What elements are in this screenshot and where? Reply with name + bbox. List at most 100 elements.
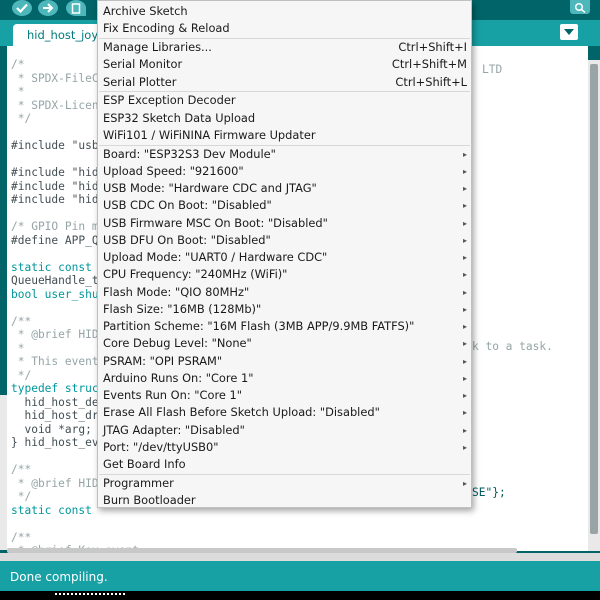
submenu-arrow-icon: ▸ <box>462 391 467 400</box>
menu-item-core-debug-level[interactable]: Core Debug Level: "None" ▸ <box>98 335 471 352</box>
submenu-arrow-icon: ▸ <box>462 287 467 297</box>
menu-item-shortcut: Ctrl+Shift+I <box>398 40 467 54</box>
menu-item-label: Serial Monitor <box>103 57 183 72</box>
menu-item-manage-libraries[interactable]: Manage Libraries... Ctrl+Shift+I <box>98 39 471 56</box>
tools-menu: Archive Sketch Fix Encoding & Reload Manag… <box>97 0 472 508</box>
menu-item-partition-scheme[interactable]: Partition Scheme: "16M Flash (3MB APP/9.… <box>98 318 471 335</box>
menu-item-label: Port: "/dev/ttyUSB0" <box>103 439 219 454</box>
menu-item-label: Flash Mode: "QIO 80MHz" <box>103 284 250 299</box>
menu-item-label: Upload Speed: "921600" <box>103 163 244 178</box>
panel-divider[interactable] <box>0 553 600 561</box>
checkmark-icon <box>16 3 28 13</box>
code-fragment-task: k to a task. <box>472 340 553 353</box>
submenu-arrow-icon: ▸ <box>462 478 467 488</box>
menu-item-label: Manage Libraries... <box>103 40 212 54</box>
submenu-arrow-icon: ▸ <box>462 339 467 349</box>
menu-item-arduino-runs-on[interactable]: Arduino Runs On: "Core 1" ▸ <box>98 370 471 387</box>
code-fragment-se: SE"}; <box>472 486 506 499</box>
document-icon <box>71 2 81 14</box>
menu-item-label: ESP32 Sketch Data Upload <box>103 110 256 125</box>
new-button[interactable] <box>66 0 86 16</box>
menu-item-wifi101-wifinina-firmware-updater[interactable]: WiFi101 / WiFiNINA Firmware Updater <box>98 127 471 144</box>
menu-item-usb-cdc-on-boot[interactable]: USB CDC On Boot: "Disabled" ▸ <box>98 197 471 214</box>
submenu-arrow-icon: ▸ <box>462 149 467 159</box>
menu-item-label: Upload Mode: "UART0 / Hardware CDC" <box>103 250 328 264</box>
menu-item-burn-bootloader[interactable]: Burn Bootloader <box>98 492 471 507</box>
menu-item-shortcut: Ctrl+Shift+M <box>391 57 467 72</box>
submenu-arrow-icon: ▸ <box>462 304 467 314</box>
menu-item-label: Programmer <box>103 475 174 490</box>
code-line: /** <box>11 530 32 544</box>
submenu-arrow-icon: ▸ <box>462 373 467 383</box>
menu-item-label: JTAG Adapter: "Disabled" <box>103 422 245 437</box>
menu-item-port[interactable]: Port: "/dev/ttyUSB0" ▸ <box>98 439 471 456</box>
menu-item-label: Serial Plotter <box>103 74 177 89</box>
menu-item-get-board-info[interactable]: Get Board Info <box>98 456 471 473</box>
submenu-arrow-icon: ▸ <box>462 408 467 418</box>
menu-item-programmer[interactable]: Programmer ▸ <box>98 475 471 492</box>
menu-item-label: Get Board Info <box>103 457 186 471</box>
menu-item-upload-mode[interactable]: Upload Mode: "UART0 / Hardware CDC" ▸ <box>98 249 471 266</box>
menu-item-board[interactable]: Board: "ESP32S3 Dev Module" ▸ <box>98 146 471 163</box>
vertical-scrollbar[interactable] <box>588 60 600 551</box>
submenu-arrow-icon: ▸ <box>462 356 467 366</box>
submenu-arrow-icon: ▸ <box>462 184 467 193</box>
menu-item-fix-encoding-reload[interactable]: Fix Encoding & Reload <box>98 20 471 37</box>
status-message: Done compiling. <box>10 570 108 584</box>
menu-item-label: Erase All Flash Before Sketch Upload: "D… <box>103 405 380 420</box>
menu-item-label: USB Firmware MSC On Boot: "Disabled" <box>103 215 328 230</box>
menu-item-events-run-on[interactable]: Events Run On: "Core 1" ▸ <box>98 387 471 404</box>
menu-item-cpu-frequency[interactable]: CPU Frequency: "240MHz (WiFi)" ▸ <box>98 266 471 283</box>
code-fragment-ltd: LTD <box>482 63 503 76</box>
menu-item-esp-exception-decoder[interactable]: ESP Exception Decoder <box>98 92 471 109</box>
menu-item-usb-dfu-on-boot[interactable]: USB DFU On Boot: "Disabled" ▸ <box>98 232 471 249</box>
serial-monitor-button[interactable] <box>570 0 590 14</box>
submenu-arrow-icon: ▸ <box>462 270 467 280</box>
menu-item-serial-plotter[interactable]: Serial Plotter Ctrl+Shift+L <box>98 74 471 91</box>
menu-item-label: Burn Bootloader <box>103 493 196 507</box>
menu-item-label: WiFi101 / WiFiNINA Firmware Updater <box>103 127 316 142</box>
arrow-right-icon <box>43 3 54 13</box>
vertical-scrollbar-thumb[interactable] <box>590 64 598 534</box>
menu-item-label: Archive Sketch <box>103 4 188 18</box>
menu-item-flash-mode[interactable]: Flash Mode: "QIO 80MHz" ▸ <box>98 284 471 301</box>
magnifier-icon <box>574 2 586 13</box>
menu-item-usb-mode[interactable]: USB Mode: "Hardware CDC and JTAG" ▸ <box>98 180 471 197</box>
menu-item-label: Board: "ESP32S3 Dev Module" <box>103 146 276 161</box>
tab-menu-button[interactable] <box>560 24 578 40</box>
submenu-arrow-icon: ▸ <box>462 201 467 211</box>
menu-item-erase-all-flash-before-sketch-upload[interactable]: Erase All Flash Before Sketch Upload: "D… <box>98 404 471 421</box>
menu-item-archive-sketch[interactable]: Archive Sketch <box>98 3 471 20</box>
menu-item-usb-firmware-msc-on-boot[interactable]: USB Firmware MSC On Boot: "Disabled" ▸ <box>98 215 471 232</box>
menu-item-label: CPU Frequency: "240MHz (WiFi)" <box>103 267 288 282</box>
menu-item-label: USB CDC On Boot: "Disabled" <box>103 198 272 213</box>
submenu-arrow-icon: ▸ <box>462 425 467 435</box>
menu-item-psram[interactable]: PSRAM: "OPI PSRAM" ▸ <box>98 353 471 370</box>
console-output <box>0 591 600 600</box>
menu-item-shortcut: Ctrl+Shift+L <box>395 74 467 89</box>
submenu-arrow-icon: ▸ <box>462 253 467 262</box>
menu-item-label: Flash Size: "16MB (128Mb)" <box>103 301 262 316</box>
verify-button[interactable] <box>12 0 32 16</box>
menu-item-esp32-sketch-data-upload[interactable]: ESP32 Sketch Data Upload <box>98 110 471 127</box>
menu-item-label: Events Run On: "Core 1" <box>103 388 243 402</box>
menu-item-label: USB DFU On Boot: "Disabled" <box>103 232 271 247</box>
menu-item-label: Fix Encoding & Reload <box>103 21 230 36</box>
upload-button[interactable] <box>38 0 58 16</box>
menu-item-serial-monitor[interactable]: Serial Monitor Ctrl+Shift+M <box>98 56 471 73</box>
menu-item-label: USB Mode: "Hardware CDC and JTAG" <box>103 181 317 195</box>
editor-gutter <box>0 395 7 550</box>
menu-item-label: Core Debug Level: "None" <box>103 336 252 351</box>
menu-item-label: ESP Exception Decoder <box>103 93 236 108</box>
menu-item-label: PSRAM: "OPI PSRAM" <box>103 353 223 368</box>
console-text-line <box>55 593 125 597</box>
submenu-arrow-icon: ▸ <box>462 235 467 245</box>
submenu-arrow-icon: ▸ <box>462 166 467 176</box>
menu-item-label: Partition Scheme: "16M Flash (3MB APP/9.… <box>103 319 415 333</box>
submenu-arrow-icon: ▸ <box>462 218 467 228</box>
menu-item-jtag-adapter[interactable]: JTAG Adapter: "Disabled" ▸ <box>98 422 471 439</box>
submenu-arrow-icon: ▸ <box>462 442 467 452</box>
menu-item-upload-speed[interactable]: Upload Speed: "921600" ▸ <box>98 163 471 180</box>
menu-item-flash-size[interactable]: Flash Size: "16MB (128Mb)" ▸ <box>98 301 471 318</box>
